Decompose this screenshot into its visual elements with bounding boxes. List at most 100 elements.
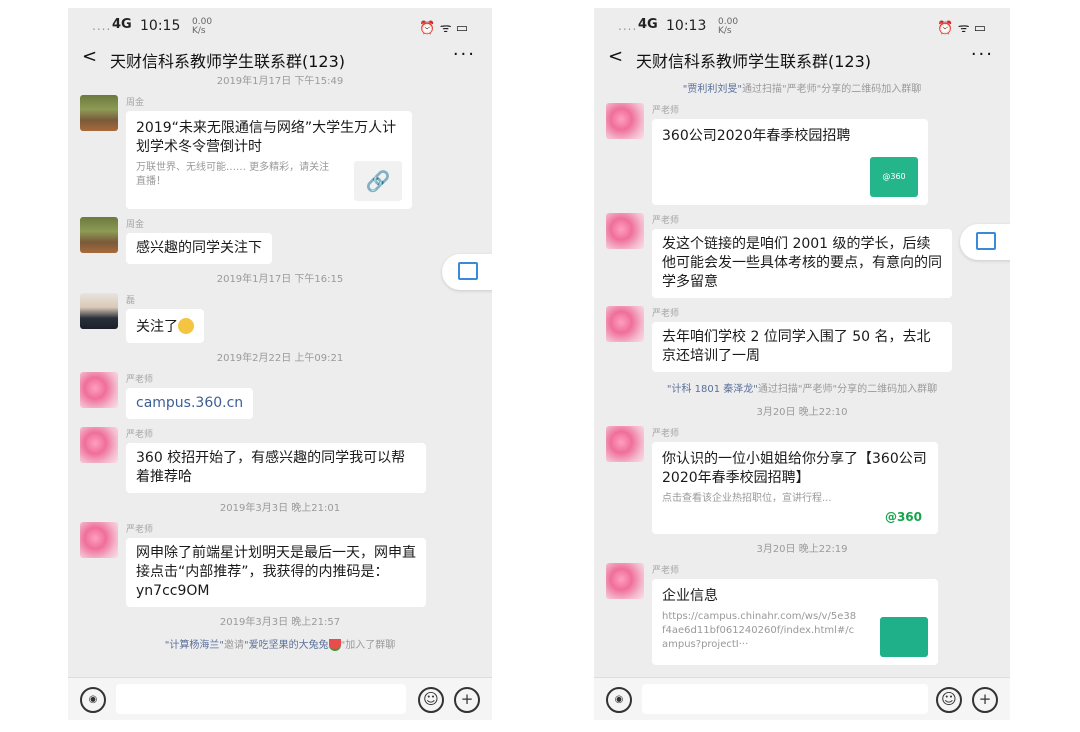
timestamp: 2019年3月3日 晚上21:57 (219, 617, 341, 628)
message: 严老师 你认识的一位小姐姐给你分享了【360公司2020年春季校园招聘】 点击查… (594, 426, 1010, 534)
card-desc: 万联世界、无线可能…… 更多精彩，请关注直播！ (136, 162, 330, 187)
sender-name: 周金 (126, 220, 145, 230)
message-bubble[interactable]: 感兴趣的同学关注下 (126, 233, 272, 264)
timestamp: 2019年1月17日 下午15:49 (216, 76, 344, 87)
system-message: "贾利利刘旻"通过扫描"严老师"分享的二维码加入群聊 (682, 84, 922, 95)
sender-name: 严老师 (126, 375, 154, 385)
message: 严老师 去年咱们学校 2 位同学入围了 50 名，去北京还培训了一周 (594, 306, 1010, 372)
avatar[interactable] (606, 213, 644, 249)
status-icons: ⏰ ᯤ ▭ (419, 21, 468, 36)
calendar-icon (458, 262, 478, 280)
card-thumbnail (880, 617, 928, 657)
chat-title: 天财信科系教师学生联系群(123) (110, 52, 346, 71)
sender-name: 周金 (126, 98, 145, 108)
link-card[interactable]: 360公司2020年春季校园招聘 @360 (652, 119, 928, 205)
sender-name: 严老师 (652, 566, 680, 576)
card-desc: 点击查看该企业热招职位，宣讲行程... (662, 493, 832, 504)
avatar[interactable] (606, 563, 644, 599)
system-message: "计算杨海兰"邀请"爱吃坚果的大兔兔 "加入了群聊 (164, 639, 396, 651)
message: 严老师 发这个链接的是咱们 2001 级的学长，后续他可能会发一些具体考核的要点… (594, 213, 1010, 298)
share-card[interactable]: 你认识的一位小姐姐给你分享了【360公司2020年春季校园招聘】 点击查看该企业… (652, 442, 938, 534)
link-message[interactable]: campus.360.cn (126, 388, 254, 419)
link-card[interactable]: 企业信息 https://campus.chinahr.com/ws/v/5e3… (652, 579, 938, 665)
message-bubble[interactable]: 发这个链接的是咱们 2001 级的学长，后续他可能会发一些具体考核的要点，有意向… (652, 229, 952, 298)
avatar[interactable] (606, 306, 644, 342)
timestamp: 2019年1月17日 下午16:15 (216, 274, 344, 285)
sender-name: 磊 (126, 296, 136, 306)
message-input[interactable] (642, 684, 928, 714)
clock: 10:13 (666, 18, 707, 34)
title-bar: < 天财信科系教师学生联系群(123) ··· (594, 44, 1010, 74)
message-text: 关注了 (136, 319, 178, 335)
sender-name: 严老师 (126, 430, 154, 440)
timestamp: 3月20日 晚上22:19 (756, 544, 848, 555)
emoji-icon[interactable]: ☺ (418, 687, 444, 713)
plus-icon[interactable]: + (972, 687, 998, 713)
title-bar: < 天财信科系教师学生联系群(123) ··· (68, 44, 492, 74)
clock: 10:15 (140, 18, 181, 34)
calendar-icon (976, 232, 996, 250)
avatar[interactable] (606, 426, 644, 462)
voice-icon[interactable]: ◉ (606, 687, 632, 713)
message-bubble[interactable]: 去年咱们学校 2 位同学入围了 50 名，去北京还培训了一周 (652, 322, 952, 372)
voice-icon[interactable]: ◉ (80, 687, 106, 713)
back-icon[interactable]: < (608, 46, 623, 67)
avatar[interactable] (80, 372, 118, 408)
sender-name: 严老师 (652, 106, 680, 116)
message-bubble[interactable]: 关注了 (126, 309, 204, 343)
status-bar: .... 4G 10:13 0.00 K/s ⏰ ᯤ ▭ (594, 8, 1010, 44)
network-label: 4G (112, 17, 132, 32)
message: 严老师 360公司2020年春季校园招聘 @360 (594, 103, 1010, 205)
message-bubble[interactable]: 网申除了前端星计划明天是最后一天，网申直接点击“内部推荐”，我获得的内推码是：y… (126, 538, 426, 607)
emoji-icon[interactable]: ☺ (936, 687, 962, 713)
card-title: 360公司2020年春季校园招聘 (662, 128, 851, 144)
message-input[interactable] (116, 684, 406, 714)
message: 严老师 企业信息 https://campus.chinahr.com/ws/v… (594, 563, 1010, 665)
signal-icon: .... (618, 19, 638, 33)
net-speed: 0.00 K/s (718, 17, 739, 36)
input-bar: ◉ ☺ + (594, 677, 1010, 720)
sender-name: 严老师 (126, 525, 154, 535)
card-desc: https://campus.chinahr.com/ws/v/5e38f4ae… (662, 611, 857, 650)
avatar[interactable] (80, 427, 118, 463)
sender-name: 严老师 (652, 309, 680, 319)
avatar[interactable] (80, 95, 118, 131)
avatar[interactable] (80, 217, 118, 253)
avatar[interactable] (606, 103, 644, 139)
status-icons: ⏰ ᯤ ▭ (937, 21, 986, 36)
chat-area[interactable]: "贾利利刘旻"通过扫描"严老师"分享的二维码加入群聊 严老师 360公司2020… (594, 74, 1010, 678)
message: 严老师 campus.360.cn (68, 372, 492, 419)
more-icon[interactable]: ··· (453, 44, 476, 65)
card-title: 你认识的一位小姐姐给你分享了【360公司2020年春季校园招聘】 (662, 451, 927, 486)
message: 严老师 360 校招开始了，有感兴趣的同学我可以帮着推荐哈 (68, 427, 492, 493)
card-title: 2019“未来无限通信与网络”大学生万人计划学术冬令营倒计时 (136, 120, 397, 155)
avatar[interactable] (80, 293, 118, 329)
right-phone-screenshot: .... 4G 10:13 0.00 K/s ⏰ ᯤ ▭ < 天财信科系教师学生… (594, 8, 1010, 720)
plus-icon[interactable]: + (454, 687, 480, 713)
timestamp: 3月20日 晚上22:10 (756, 407, 848, 418)
signal-icon: .... (92, 19, 112, 33)
link-icon: 🔗 (354, 161, 402, 201)
message-bubble[interactable]: 360 校招开始了，有感兴趣的同学我可以帮着推荐哈 (126, 443, 426, 493)
message: 周金 感兴趣的同学关注下 (68, 217, 492, 264)
sender-name: 严老师 (652, 429, 680, 439)
message: 严老师 网申除了前端星计划明天是最后一天，网申直接点击“内部推荐”，我获得的内推… (68, 522, 492, 607)
avatar[interactable] (80, 522, 118, 558)
left-phone-screenshot: .... 4G 10:15 0.00 K/s ⏰ ᯤ ▭ < 天财信科系教师学生… (68, 8, 492, 720)
sender-name: 严老师 (652, 216, 680, 226)
card-title: 企业信息 (662, 588, 718, 604)
watermelon-emoji-icon (328, 639, 341, 651)
net-speed: 0.00 K/s (192, 17, 213, 36)
status-bar: .... 4G 10:15 0.00 K/s ⏰ ᯤ ▭ (68, 8, 492, 44)
link-card[interactable]: 2019“未来无限通信与网络”大学生万人计划学术冬令营倒计时 万联世界、无线可能… (126, 111, 412, 209)
chat-area[interactable]: 2019年1月17日 下午15:49 周金 2019“未来无限通信与网络”大学生… (68, 74, 492, 678)
more-icon[interactable]: ··· (971, 44, 994, 65)
input-bar: ◉ ☺ + (68, 677, 492, 720)
message: 磊 关注了 (68, 293, 492, 343)
brand-logo: @360 (884, 510, 922, 524)
back-icon[interactable]: < (82, 46, 97, 67)
float-tab[interactable] (442, 254, 492, 290)
card-thumbnail: @360 (870, 157, 918, 197)
float-tab[interactable] (960, 224, 1010, 260)
network-label: 4G (638, 17, 658, 32)
